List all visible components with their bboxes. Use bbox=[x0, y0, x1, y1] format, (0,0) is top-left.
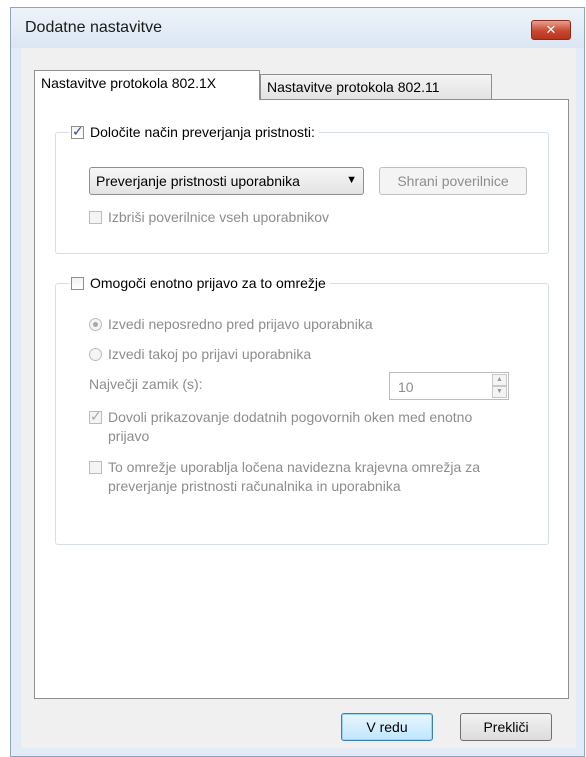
close-button[interactable]: ✕ bbox=[531, 20, 571, 40]
separate-vlan-checkbox[interactable] bbox=[89, 461, 102, 474]
save-credentials-button[interactable]: Shrani poverilnice bbox=[379, 167, 527, 195]
sso-label: Omogoči enotno prijavo za to omrežje bbox=[90, 275, 326, 291]
chevron-down-icon: ▼ bbox=[346, 174, 357, 186]
delete-credentials-row[interactable]: Izbriši poverilnice vseh uporabnikov bbox=[89, 209, 329, 225]
cancel-label: Prekliči bbox=[483, 719, 529, 735]
max-delay-label: Največji zamik (s): bbox=[89, 376, 203, 392]
auth-mode-value: Preverjanje pristnosti uporabnika bbox=[96, 173, 300, 189]
radio-after-row[interactable]: Izvedi takoj po prijavi uporabnika bbox=[89, 346, 311, 362]
auth-mode-label: Določite način preverjanja pristnosti: bbox=[90, 124, 315, 140]
title-bar[interactable]: Dodatne nastavitve ✕ bbox=[11, 8, 584, 48]
radio-after-label: Izvedi takoj po prijavi uporabnika bbox=[108, 346, 312, 362]
delete-credentials-label: Izbriši poverilnice vseh uporabnikov bbox=[108, 209, 329, 225]
max-delay-stepper[interactable]: 10 ▲ ▼ bbox=[389, 372, 509, 400]
auth-group-legend[interactable]: Določite način preverjanja pristnosti: bbox=[69, 123, 319, 140]
ok-label: V redu bbox=[366, 719, 408, 735]
auth-mode-checkbox[interactable] bbox=[71, 123, 84, 140]
allow-dialogs-checkbox[interactable] bbox=[89, 408, 102, 425]
auth-mode-select[interactable]: Preverjanje pristnosti uporabnika ▼ bbox=[89, 167, 364, 195]
tab-8021x-label: Nastavitve protokola 802.1X bbox=[41, 75, 217, 91]
stepper-down-icon[interactable]: ▼ bbox=[492, 386, 507, 398]
sso-group-legend[interactable]: Omogoči enotno prijavo za to omrežje bbox=[69, 275, 330, 291]
separate-vlan-label: To omrežje uporablja ločena navidezna kr… bbox=[108, 459, 480, 494]
window-title: Dodatne nastavitve bbox=[25, 19, 162, 36]
close-icon: ✕ bbox=[545, 22, 557, 37]
radio-before[interactable] bbox=[89, 318, 102, 331]
max-delay-row: Največji zamik (s): bbox=[89, 376, 203, 392]
stepper-up-icon[interactable]: ▲ bbox=[492, 374, 507, 386]
allow-dialogs-row[interactable]: Dovoli prikazovanje dodatnih pogovornih … bbox=[89, 408, 509, 446]
radio-before-row[interactable]: Izvedi neposredno pred prijavo uporabnik… bbox=[89, 316, 373, 332]
separate-vlan-row[interactable]: To omrežje uporablja ločena navidezna kr… bbox=[89, 458, 489, 496]
dialog-window: Dodatne nastavitve ✕ Nastavitve protokol… bbox=[10, 7, 585, 757]
radio-before-label: Izvedi neposredno pred prijavo uporabnik… bbox=[108, 316, 373, 332]
max-delay-value: 10 bbox=[398, 379, 414, 395]
delete-credentials-checkbox[interactable] bbox=[89, 211, 102, 224]
cancel-button[interactable]: Prekliči bbox=[460, 713, 552, 741]
save-credentials-label: Shrani poverilnice bbox=[397, 173, 509, 189]
tab-80211[interactable]: Nastavitve protokola 802.11 bbox=[260, 74, 492, 100]
radio-after[interactable] bbox=[89, 348, 102, 361]
allow-dialogs-label: Dovoli prikazovanje dodatnih pogovornih … bbox=[108, 409, 473, 444]
ok-button[interactable]: V redu bbox=[341, 713, 433, 741]
tab-8021x[interactable]: Nastavitve protokola 802.1X bbox=[34, 70, 260, 100]
tab-80211-label: Nastavitve protokola 802.11 bbox=[267, 79, 440, 95]
tab-panel-8021x: Določite način preverjanja pristnosti: P… bbox=[34, 99, 569, 699]
dialog-body: Nastavitve protokola 802.1X Nastavitve p… bbox=[21, 48, 576, 748]
sso-checkbox[interactable] bbox=[71, 276, 84, 290]
